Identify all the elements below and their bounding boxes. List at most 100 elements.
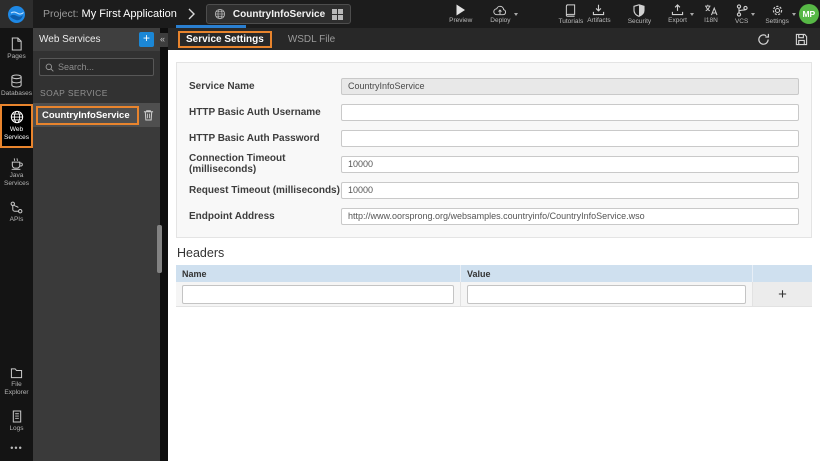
sidebar-item-pages[interactable]: Pages — [0, 32, 33, 65]
panel-header: Web Services + — [33, 28, 160, 51]
vcs-caret-icon — [751, 12, 756, 16]
sidebar-item-apis[interactable]: APIs — [0, 196, 33, 228]
header-name-input[interactable] — [182, 284, 454, 304]
header-col-value: Value — [461, 265, 753, 282]
connection-timeout-input[interactable] — [341, 155, 799, 173]
tutorials-button[interactable]: Tutorials — [557, 3, 586, 25]
save-icon — [795, 33, 808, 45]
service-tab-label: CountryInfoService — [232, 8, 326, 20]
export-label: Export — [668, 17, 687, 24]
database-icon — [11, 74, 22, 88]
save-button[interactable] — [795, 33, 808, 46]
sidebar-item-file-explorer[interactable]: File Explorer — [0, 362, 33, 401]
service-search[interactable] — [39, 58, 154, 76]
headers-table: Name Value + — [176, 265, 812, 307]
trash-icon[interactable] — [143, 109, 154, 121]
service-name-field-label: Service Name — [189, 80, 255, 92]
settings-button[interactable]: Settings — [763, 4, 796, 25]
coffee-cup-icon — [11, 157, 23, 170]
service-list-item[interactable]: CountryInfoService — [33, 103, 160, 127]
top-bar: Project: My First Application CountryInf… — [0, 0, 820, 28]
header-value-input[interactable] — [467, 284, 746, 304]
auth-password-input[interactable] — [341, 129, 799, 147]
api-connector-icon — [10, 201, 23, 214]
deploy-caret-icon — [513, 13, 518, 16]
play-icon — [456, 4, 466, 16]
service-list-empty-area — [33, 127, 160, 461]
sidebar-label-pages: Pages — [7, 53, 26, 60]
auth-username-input[interactable] — [341, 103, 799, 121]
sidebar-item-databases[interactable]: Databases — [0, 69, 33, 102]
rail-spacer — [0, 228, 33, 358]
refresh-button[interactable] — [757, 33, 770, 46]
service-tabbar: Service Settings WSDL File — [168, 28, 820, 50]
sidebar-item-java-services[interactable]: Java Services — [0, 152, 33, 192]
auth-username-field-label: HTTP Basic Auth Username — [189, 106, 321, 118]
sidebar-item-logs[interactable]: Logs — [0, 405, 33, 437]
scrollbar-thumb[interactable] — [157, 225, 162, 273]
sidebar-label-file-explorer: File Explorer — [4, 380, 29, 396]
preview-button[interactable]: Preview — [447, 4, 474, 24]
vcs-label: VCS — [734, 17, 749, 25]
service-name-input — [341, 77, 799, 95]
user-avatar[interactable]: MP — [798, 4, 819, 24]
artifacts-button[interactable]: Artifacts — [585, 4, 612, 24]
search-input[interactable] — [58, 62, 148, 72]
grid-icon[interactable] — [332, 8, 344, 20]
form-row-request-timeout: Request Timeout (milliseconds) — [189, 177, 799, 203]
settings-label: Settings — [765, 17, 789, 25]
security-label: Security — [627, 17, 652, 25]
deploy-label: Deploy — [490, 17, 511, 24]
headers-table-header-row: Name Value — [176, 265, 812, 282]
request-timeout-field-label: Request Timeout (milliseconds) — [189, 184, 340, 196]
wavemaker-logo[interactable] — [0, 0, 33, 28]
endpoint-address-input[interactable] — [341, 207, 799, 225]
vcs-button[interactable]: VCS — [733, 3, 756, 25]
form-row-service-name: Service Name — [189, 73, 799, 99]
service-settings-form: Service Name HTTP Basic Auth Username HT… — [176, 62, 812, 238]
preview-label: Preview — [449, 17, 473, 24]
header-value-cell — [461, 282, 753, 306]
panel-title: Web Services — [39, 34, 101, 45]
service-tab[interactable]: CountryInfoService — [205, 4, 352, 24]
form-row-endpoint-address: Endpoint Address — [189, 203, 799, 229]
header-name-cell — [176, 282, 461, 306]
search-icon — [45, 63, 54, 72]
sidebar-item-web-services[interactable]: Web Services — [0, 104, 33, 148]
sidebar-label-databases: Databases — [0, 90, 33, 98]
request-timeout-input[interactable] — [341, 181, 799, 199]
more-options-icon[interactable]: ••• — [0, 437, 33, 461]
sidebar-label-java-services: Java Services — [4, 171, 29, 187]
add-header-button[interactable]: + — [753, 282, 812, 306]
book-icon — [566, 3, 576, 17]
artifacts-label: Artifacts — [587, 17, 611, 24]
tab-service-settings[interactable]: Service Settings — [178, 30, 272, 48]
settings-caret-icon — [791, 12, 796, 16]
headers-section-title: Headers — [177, 246, 225, 260]
main-area: Service Settings WSDL File Service Name — [168, 28, 820, 461]
headers-table-row: + — [176, 282, 812, 307]
add-service-button[interactable]: + — [139, 32, 154, 47]
breadcrumb: Project: My First Application — [43, 8, 177, 20]
globe-icon — [214, 8, 225, 20]
deploy-button[interactable]: Deploy — [488, 4, 518, 24]
wavemaker-logo-icon — [8, 5, 25, 23]
panel-gutter: « — [156, 28, 169, 461]
sidebar-label-web-services: Web Services — [4, 126, 29, 142]
page-icon — [11, 37, 22, 51]
project-label: Project: — [43, 8, 79, 20]
translate-icon — [704, 4, 718, 16]
form-row-auth-username: HTTP Basic Auth Username — [189, 99, 799, 125]
form-row-connection-timeout: Connection Timeout (milliseconds) — [189, 151, 799, 177]
security-button[interactable]: Security — [626, 3, 653, 25]
export-button[interactable]: Export — [666, 4, 694, 24]
web-services-panel: Web Services + SOAP SERVICE CountryInfoS… — [33, 28, 160, 461]
i18n-button[interactable]: I18N — [702, 4, 720, 24]
cloud-upload-icon — [493, 5, 507, 16]
service-name-label[interactable]: CountryInfoService — [36, 105, 139, 125]
tutorials-label: Tutorials — [558, 17, 584, 25]
download-tray-icon — [593, 4, 605, 16]
upload-tray-icon — [671, 4, 684, 16]
i18n-label: I18N — [704, 17, 718, 24]
tab-wsdl-file[interactable]: WSDL File — [288, 34, 335, 45]
